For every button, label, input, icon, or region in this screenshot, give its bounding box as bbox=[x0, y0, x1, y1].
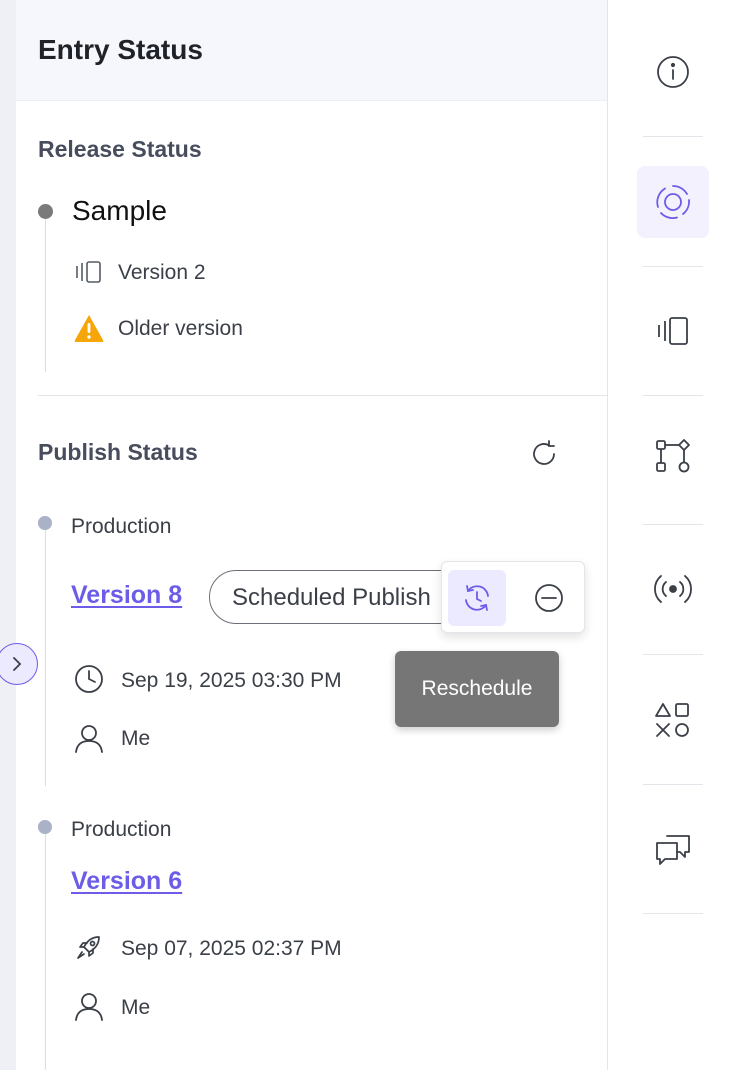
publish-date-2: Sep 07, 2025 02:37 PM bbox=[121, 937, 342, 960]
release-status-title: Release Status bbox=[38, 136, 202, 162]
info-button[interactable] bbox=[637, 36, 709, 108]
cancel-schedule-button[interactable] bbox=[520, 570, 578, 626]
versions-icon bbox=[658, 317, 688, 345]
workflow-button[interactable] bbox=[637, 420, 709, 492]
broadcast-button[interactable] bbox=[637, 553, 709, 625]
clock-icon bbox=[74, 664, 104, 694]
comments-icon bbox=[656, 835, 690, 865]
release-version: Version 2 bbox=[118, 261, 206, 284]
rail-separator bbox=[643, 524, 703, 525]
shapes-button[interactable] bbox=[637, 684, 709, 756]
rail-separator bbox=[643, 913, 703, 914]
versions-icon bbox=[74, 259, 104, 285]
workflow-icon bbox=[656, 439, 690, 473]
warning-triangle-icon bbox=[73, 313, 105, 343]
rail-separator bbox=[643, 784, 703, 785]
publish-dot-1 bbox=[38, 516, 52, 530]
broadcast-icon bbox=[654, 575, 692, 603]
refresh-icon[interactable] bbox=[527, 437, 561, 471]
version-6-link[interactable]: Version 6 bbox=[71, 867, 182, 896]
publish-user-1: Me bbox=[121, 727, 151, 750]
publish-date-1: Sep 19, 2025 03:30 PM bbox=[121, 669, 342, 692]
panel-header: Entry Status bbox=[16, 0, 607, 101]
rail-separator bbox=[643, 266, 703, 267]
left-gutter bbox=[0, 0, 16, 1070]
entry-status-panel: Entry Status Release Status Sample Versi… bbox=[16, 0, 607, 1070]
publish-dot-2 bbox=[38, 820, 52, 834]
publish-status-label: Scheduled Publish bbox=[232, 584, 431, 611]
publish-environment-2: Production bbox=[71, 818, 172, 841]
rail-separator bbox=[643, 395, 703, 396]
shapes-icon bbox=[655, 703, 689, 737]
status-icon bbox=[656, 185, 690, 219]
reschedule-button[interactable] bbox=[448, 570, 506, 626]
versions-button[interactable] bbox=[637, 295, 709, 367]
status-button[interactable] bbox=[637, 166, 709, 238]
minus-circle-icon bbox=[535, 584, 563, 612]
panel-title: Entry Status bbox=[38, 34, 203, 65]
version-8-link[interactable]: Version 8 bbox=[71, 581, 182, 610]
comments-button[interactable] bbox=[637, 813, 709, 885]
release-name: Sample bbox=[72, 195, 167, 226]
release-warning: Older version bbox=[118, 317, 243, 340]
rocket-icon bbox=[74, 932, 104, 962]
release-timeline-line bbox=[45, 212, 46, 372]
publish-actions-menu bbox=[441, 561, 585, 633]
user-icon bbox=[74, 990, 104, 1022]
section-divider bbox=[38, 395, 607, 396]
release-dot bbox=[38, 204, 53, 219]
publish-timeline-line-1 bbox=[45, 528, 46, 786]
scheduled-publish-badge: Scheduled Publish bbox=[209, 570, 469, 624]
chevron-right-icon bbox=[13, 657, 22, 671]
reschedule-icon bbox=[465, 585, 489, 611]
user-icon bbox=[74, 722, 104, 754]
info-icon bbox=[657, 56, 689, 88]
publish-timeline-line-2 bbox=[45, 832, 46, 1070]
right-sidebar-rail bbox=[607, 0, 730, 1070]
reschedule-tooltip: Reschedule bbox=[395, 651, 559, 727]
rail-separator bbox=[643, 136, 703, 137]
rail-separator bbox=[643, 654, 703, 655]
publish-environment-1: Production bbox=[71, 515, 172, 538]
publish-status-title: Publish Status bbox=[38, 439, 198, 465]
publish-user-2: Me bbox=[121, 996, 151, 1019]
